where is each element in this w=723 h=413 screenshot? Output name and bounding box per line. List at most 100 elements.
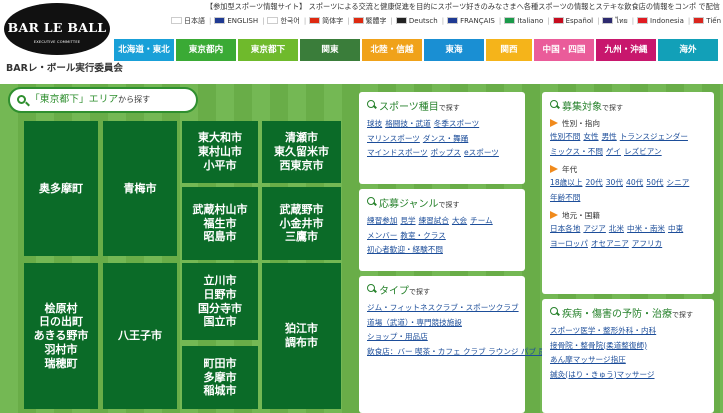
filter-link[interactable]: 北米: [609, 224, 624, 233]
filter-link[interactable]: メンバー: [367, 231, 397, 240]
filter-link[interactable]: ポップス: [431, 148, 461, 157]
filter-link[interactable]: あん摩マッサージ指圧: [550, 355, 626, 364]
filter-link[interactable]: 格闘技・武道: [385, 119, 431, 128]
language-label: Deutsch: [408, 17, 438, 25]
filter-link[interactable]: 冬季スポーツ: [434, 119, 479, 128]
filter-link[interactable]: 練習試合: [419, 216, 449, 225]
filter-link[interactable]: オセアニア: [591, 239, 629, 248]
facility-type-panel: タイプで探す ジム・フィットネスクラブ・スポーツクラブ道場（武道）・専門競技施設…: [359, 276, 561, 413]
filter-link[interactable]: 18歳以上: [550, 178, 582, 187]
area-label: 東大和市: [198, 131, 242, 145]
language-link[interactable]: 简体字: [309, 16, 343, 26]
filter-link[interactable]: トランスジェンダー: [620, 132, 688, 141]
filter-link[interactable]: ゲイ: [606, 147, 621, 156]
arrow-icon: [550, 165, 558, 173]
language-link[interactable]: Español: [552, 17, 593, 25]
language-link[interactable]: 日本語: [171, 16, 205, 26]
filter-link[interactable]: 年齢不問: [550, 193, 580, 202]
filter-link[interactable]: マインドスポーツ: [367, 148, 428, 157]
area-hachioji[interactable]: 八王子市: [103, 263, 177, 409]
filter-link[interactable]: 球技: [367, 119, 382, 128]
filter-link[interactable]: 女性: [583, 132, 598, 141]
region-tab[interactable]: 東京都下: [238, 39, 298, 61]
area-search-title: 「東京都下」エリア: [30, 94, 119, 105]
area-tachikawa[interactable]: 立川市 日野市 国分寺市 国立市: [182, 263, 258, 340]
language-link[interactable]: Deutsch: [395, 17, 438, 25]
region-tab[interactable]: 東京都内: [176, 39, 236, 61]
filter-link[interactable]: マリンスポーツ: [367, 134, 420, 143]
area-label: 奥多摩町: [39, 181, 83, 195]
region-tab[interactable]: 東海: [424, 39, 484, 61]
filter-link[interactable]: ヨーロッパ: [550, 239, 588, 248]
filter-link[interactable]: 接骨院・整骨院(柔道整復師): [550, 341, 647, 350]
target-groups: 性別・指向 性別不問 女性 男性 トランスジェンダーミックス・不問 ゲイ レズビアン 年代 18…: [550, 117, 706, 251]
area-label: 八王子市: [118, 329, 162, 343]
region-tab[interactable]: 中国・四国: [534, 39, 594, 61]
region-tabs: 北海道・東北 東京都内 東京都下 関東 北陸・信越 東海 関西 中国・四国 九州・沖縄 海外: [114, 39, 720, 61]
filter-link[interactable]: 飲食店：バー 喫茶・カフェ クラブ ラウンジ パブ 居酒屋: [367, 347, 561, 356]
filter-link[interactable]: eスポーツ: [464, 148, 499, 157]
area-kiyose[interactable]: 清瀬市 東久留米市 西東京市: [262, 121, 341, 183]
language-link[interactable]: 繁體字: [352, 16, 387, 26]
region-tab[interactable]: 海外: [658, 39, 718, 61]
filter-link[interactable]: ショップ・用品店: [367, 332, 428, 341]
filter-link[interactable]: 20代: [585, 178, 602, 187]
region-tab[interactable]: 九州・沖縄: [596, 39, 656, 61]
area-label: 福生市: [203, 216, 237, 230]
language-link[interactable]: ไทย: [602, 16, 628, 27]
language-link[interactable]: FRANÇAIS: [447, 17, 495, 25]
language-label: 繁體字: [365, 17, 387, 25]
filter-link[interactable]: シニア: [667, 178, 690, 187]
target-panel-heading: 募集対象で探す: [550, 98, 706, 113]
language-link[interactable]: Italiano: [504, 17, 543, 25]
region-tab[interactable]: 北海道・東北: [114, 39, 174, 61]
filter-link[interactable]: ミックス・不問: [550, 147, 603, 156]
filter-link[interactable]: 50代: [646, 178, 663, 187]
search-icon: [367, 197, 375, 205]
filter-link[interactable]: 性別不問: [550, 132, 580, 141]
filter-link[interactable]: ジム・フィットネスクラブ・スポーツクラブ: [367, 303, 519, 312]
region-tab[interactable]: 北陸・信越: [362, 39, 422, 61]
area-label: 町田市: [203, 356, 237, 370]
area-komae[interactable]: 狛江市 調布市: [262, 263, 341, 409]
area-machida[interactable]: 町田市 多摩市 稲城市: [182, 346, 258, 409]
filter-link[interactable]: 日本各地: [550, 224, 580, 233]
disease-panel-heading: 疾病・傷害の予防・治療で探す: [550, 305, 706, 320]
area-label: 小金井市: [279, 216, 324, 230]
filter-link[interactable]: 30代: [606, 178, 623, 187]
area-hinohara[interactable]: 桧原村 日の出町 あきる野市 羽村市 瑞穂町: [24, 263, 98, 409]
area-ome[interactable]: 青梅市: [103, 121, 177, 256]
area-label: 東村山市: [198, 145, 242, 159]
filter-link[interactable]: レズビアン: [624, 147, 662, 156]
filter-link[interactable]: ダンス・舞踊: [423, 134, 468, 143]
filter-link[interactable]: 大会: [452, 216, 467, 225]
filter-link[interactable]: 道場（武道）・専門競技施設: [367, 318, 462, 327]
area-higashiyamato[interactable]: 東大和市 東村山市 小平市: [182, 121, 258, 183]
filter-link[interactable]: 40代: [626, 178, 643, 187]
filter-link[interactable]: 見学: [400, 216, 415, 225]
area-musashino[interactable]: 武蔵野市 小金井市 三鷹市: [262, 187, 341, 260]
language-link[interactable]: 한국어: [267, 16, 300, 26]
filter-link[interactable]: 練習参加: [367, 216, 397, 225]
target-subheading: 年代: [550, 163, 706, 176]
filter-link[interactable]: 初心者歓迎・経験不問: [367, 245, 443, 254]
area-label: 日の出町: [39, 315, 83, 329]
region-tab[interactable]: 関東: [300, 39, 360, 61]
filter-link[interactable]: 中東: [668, 224, 683, 233]
filter-link[interactable]: 中米・南米: [627, 224, 665, 233]
site-logo[interactable]: BAR LE BALL EXECUTIVE COMMITTEE: [4, 3, 110, 55]
area-okutama[interactable]: 奥多摩町: [24, 121, 98, 256]
filter-link[interactable]: 鍼灸(はり・きゅう)マッサージ: [550, 370, 655, 379]
area-label: 狛江市: [285, 322, 318, 336]
filter-link[interactable]: スポーツ医学・整形外科・内科: [550, 326, 656, 335]
filter-link[interactable]: チーム: [470, 216, 493, 225]
filter-link[interactable]: アジア: [583, 224, 605, 233]
language-link[interactable]: Tiếng Việt: [693, 17, 721, 25]
language-link[interactable]: ENGLISH: [214, 17, 258, 25]
language-link[interactable]: Indonesia: [637, 17, 684, 25]
filter-link[interactable]: 男性: [602, 132, 617, 141]
filter-link[interactable]: アフリカ: [632, 239, 662, 248]
filter-link[interactable]: 教室・クラス: [400, 231, 445, 240]
region-tab[interactable]: 関西: [486, 39, 532, 61]
area-musashimurayama[interactable]: 武蔵村山市 福生市 昭島市: [182, 187, 258, 260]
